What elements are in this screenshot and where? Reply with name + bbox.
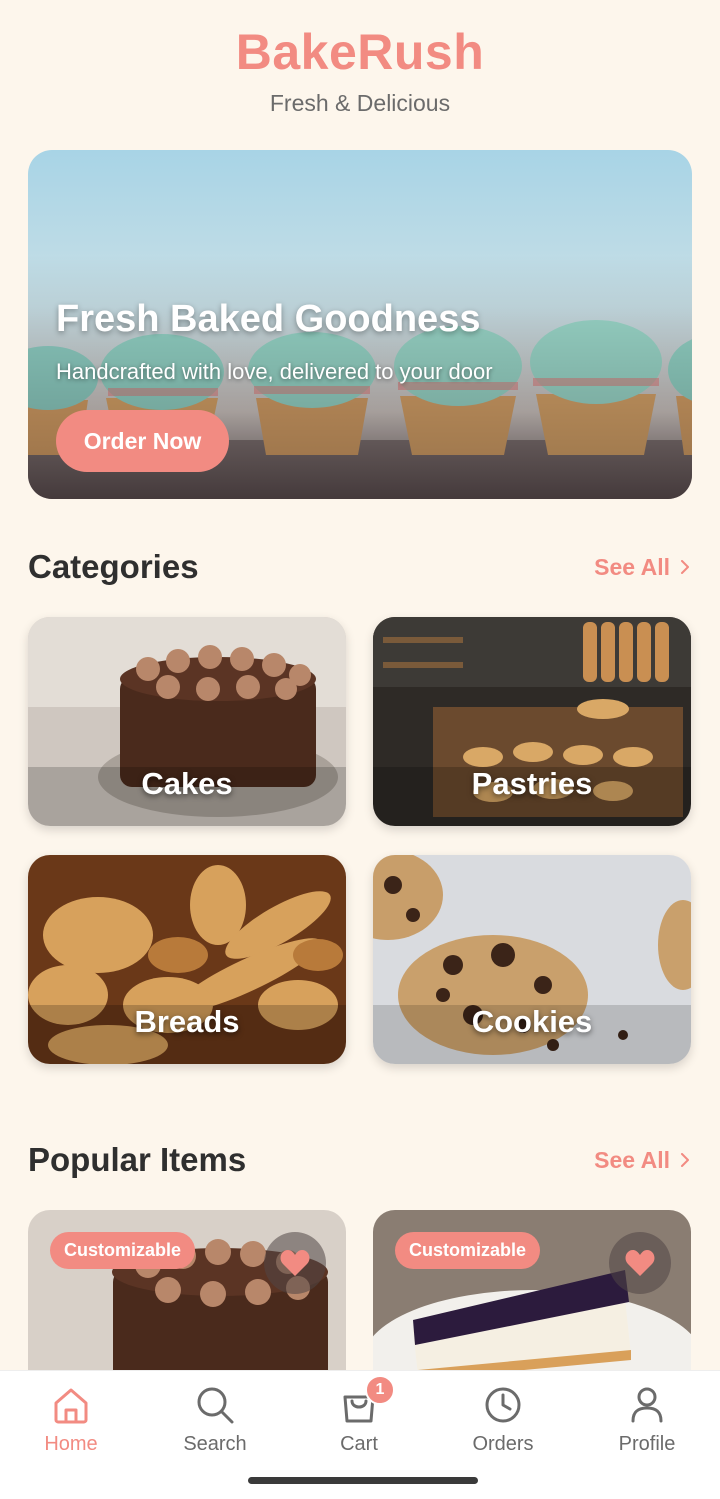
categories-header: Categories See All	[28, 545, 692, 589]
heart-icon	[625, 1250, 655, 1276]
app-header: BakeRush Fresh & Delicious	[0, 22, 720, 117]
cart-count-badge: 1	[365, 1375, 395, 1405]
category-card-breads[interactable]: Breads	[28, 855, 346, 1064]
category-label: Pastries	[471, 766, 593, 801]
heart-icon	[280, 1250, 310, 1276]
nav-item-profile[interactable]: Profile	[592, 1383, 702, 1456]
nav-item-orders[interactable]: Orders	[448, 1383, 558, 1456]
see-all-label: See All	[594, 553, 670, 580]
hero-title: Fresh Baked Goodness	[56, 298, 481, 340]
category-label: Cookies	[471, 1004, 593, 1039]
nav-label: Cart	[340, 1433, 378, 1455]
home-indicator[interactable]	[248, 1477, 478, 1484]
profile-icon	[631, 1387, 663, 1423]
favorite-button[interactable]	[264, 1232, 326, 1294]
clock-icon	[485, 1387, 521, 1423]
customizable-badge: Customizable	[50, 1232, 196, 1269]
chevron-right-icon	[681, 1153, 689, 1167]
nav-label: Home	[44, 1433, 98, 1455]
chevron-right-icon	[681, 560, 689, 574]
cart-icon-wrapper: 1	[337, 1375, 395, 1427]
customizable-badge: Customizable	[395, 1232, 541, 1269]
nav-item-search[interactable]: Search	[160, 1383, 270, 1456]
nav-item-cart[interactable]: 1 Cart	[304, 1375, 414, 1456]
order-now-button[interactable]: Order Now	[56, 410, 229, 472]
category-card-pastries[interactable]: Pastries	[373, 617, 691, 826]
popular-items-title: Popular Items	[28, 1141, 247, 1178]
nav-label: Orders	[472, 1433, 534, 1455]
app-subtitle: Fresh & Delicious	[269, 90, 451, 116]
category-label: Breads	[134, 1004, 240, 1039]
popular-see-all-link[interactable]: See All	[594, 1147, 692, 1174]
nav-label: Profile	[618, 1433, 676, 1455]
nav-item-home[interactable]: Home	[16, 1383, 126, 1456]
app-title: BakeRush	[235, 24, 485, 80]
favorite-button[interactable]	[609, 1232, 671, 1294]
nav-label: Search	[183, 1433, 247, 1455]
category-card-cakes[interactable]: Cakes	[28, 617, 346, 826]
home-icon	[54, 1388, 88, 1424]
search-icon	[197, 1387, 234, 1424]
category-card-cookies[interactable]: Cookies	[373, 855, 691, 1064]
see-all-label: See All	[594, 1146, 670, 1173]
hero-subtitle: Handcrafted with love, delivered to your…	[56, 359, 493, 384]
categories-see-all-link[interactable]: See All	[594, 554, 692, 581]
popular-items-header: Popular Items See All	[28, 1138, 692, 1182]
category-label: Cakes	[141, 766, 233, 801]
categories-title: Categories	[28, 548, 199, 585]
hero-banner: Fresh Baked Goodness Handcrafted with lo…	[28, 150, 692, 499]
